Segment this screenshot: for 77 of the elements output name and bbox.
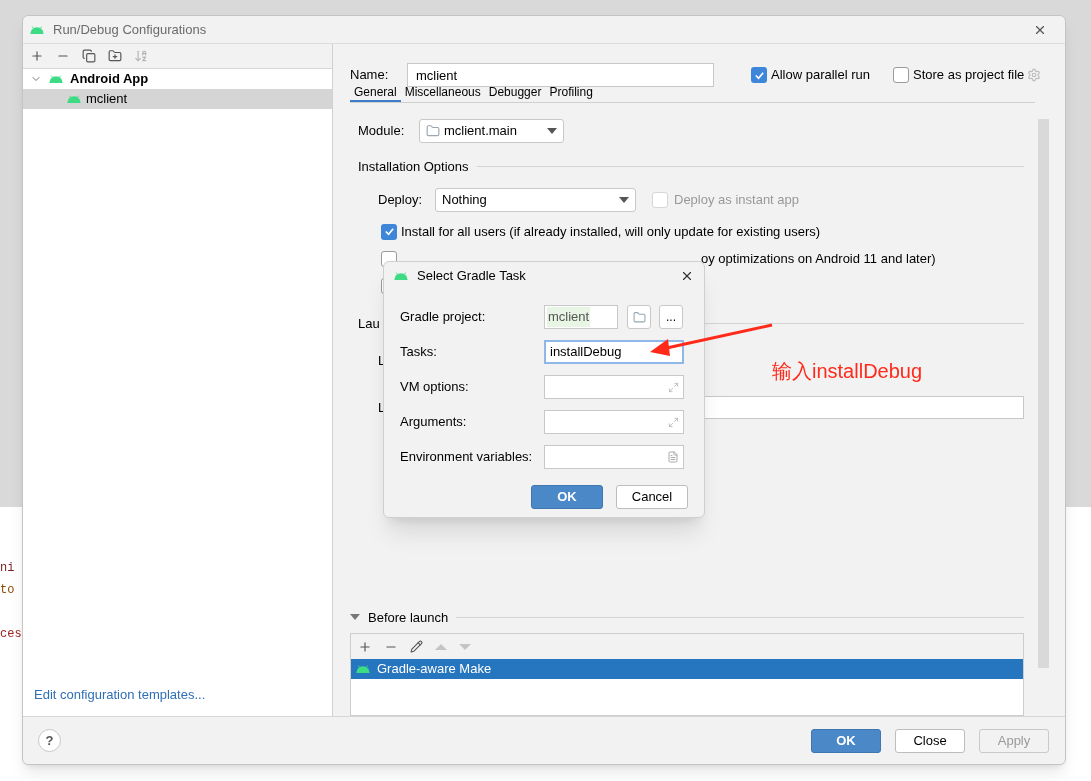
tree-label: Android App [70, 70, 149, 89]
section-heading: Installation Options [358, 158, 469, 176]
help-button[interactable]: ? [38, 729, 61, 752]
expand-icon[interactable] [668, 416, 679, 428]
folder-add-icon[interactable] [108, 49, 122, 63]
module-label: Module: [358, 122, 406, 141]
name-label: Name: [350, 66, 390, 85]
deploy-dropdown[interactable]: Nothing [435, 187, 636, 212]
field-label: Tasks: [400, 343, 438, 362]
browse-button[interactable]: ... [659, 305, 683, 329]
field-label: VM options: [400, 378, 470, 397]
settings-icon[interactable] [1027, 68, 1042, 82]
add-icon[interactable] [30, 49, 44, 63]
folder-button[interactable] [627, 305, 651, 329]
launch-field[interactable] [703, 396, 1024, 419]
tab[interactable]: Miscellaneous [400, 84, 485, 102]
checkbox[interactable] [381, 223, 397, 240]
code-line: to [0, 582, 15, 599]
edit-icon[interactable] [410, 640, 423, 653]
android-icon [393, 271, 409, 281]
templates-link[interactable]: Edit configuration templates... [34, 684, 206, 704]
tree-label: mclient [86, 90, 128, 109]
project-field[interactable]: mclient [544, 305, 618, 329]
checkmark-icon [383, 226, 395, 237]
option-label: Store as project file [913, 66, 1025, 85]
deploy-label: Deploy: [378, 190, 424, 209]
window-title: Run/Debug Configurations [53, 20, 207, 39]
checkbox[interactable] [751, 67, 767, 83]
expand-icon[interactable] [668, 381, 679, 393]
ok-button[interactable]: OK [811, 728, 881, 753]
android-icon [355, 664, 371, 674]
input-field[interactable]: installDebug [544, 340, 684, 364]
tree-item[interactable]: mclient [23, 89, 332, 109]
collapse-icon[interactable] [350, 614, 360, 621]
list-item[interactable]: Gradle-aware Make [351, 659, 1023, 679]
close-icon[interactable] [680, 269, 694, 283]
name-field[interactable]: mclient [407, 63, 714, 87]
module-dropdown[interactable]: mclient.main [419, 119, 564, 143]
ok-button[interactable]: OK [531, 485, 603, 509]
folder-icon [632, 310, 646, 324]
section-heading: Before launch [368, 608, 449, 627]
copy-icon[interactable] [82, 49, 96, 63]
input-field[interactable] [544, 445, 684, 469]
android-icon [66, 94, 82, 104]
add-icon[interactable] [358, 639, 372, 654]
code-line: ni [0, 560, 15, 577]
caret-icon [619, 196, 629, 203]
field-label: Arguments: [400, 413, 468, 432]
annotation-text: 输入installDebug [772, 359, 923, 384]
input-field[interactable] [544, 410, 684, 434]
option-label: Deploy as instant app [674, 190, 800, 209]
dialog-title: Select Gradle Task [417, 267, 526, 286]
code-line: ces [0, 626, 22, 643]
document-icon[interactable] [667, 451, 679, 463]
field-label: Environment variables: [400, 448, 534, 467]
checkmark-icon [753, 69, 765, 81]
tab[interactable]: Debugger [484, 84, 546, 102]
android-icon [48, 74, 64, 84]
scrollbar[interactable] [1038, 119, 1049, 668]
tree-item[interactable]: Android App [23, 69, 332, 89]
input-field[interactable] [544, 375, 684, 399]
option-label: oy optimizations on Android 11 and later) [701, 249, 936, 268]
option-label: Allow parallel run [771, 66, 870, 85]
dialog-button[interactable]: Cancel [616, 485, 688, 509]
dialog-button[interactable]: Close [895, 728, 965, 753]
tab[interactable]: Profiling [545, 84, 597, 102]
checkbox[interactable] [893, 67, 909, 83]
section-heading: Lau [358, 314, 380, 333]
up-icon[interactable] [435, 643, 447, 650]
android-icon [29, 24, 45, 35]
module-icon [426, 124, 440, 138]
caret-icon [547, 128, 557, 134]
down-icon[interactable] [459, 643, 471, 650]
field-label: Gradle project: [400, 308, 487, 327]
sort-icon[interactable] [134, 49, 148, 63]
tab[interactable]: General [350, 84, 401, 102]
option-label: Install for all users (if already installed, will only update for existing users) [401, 222, 821, 241]
